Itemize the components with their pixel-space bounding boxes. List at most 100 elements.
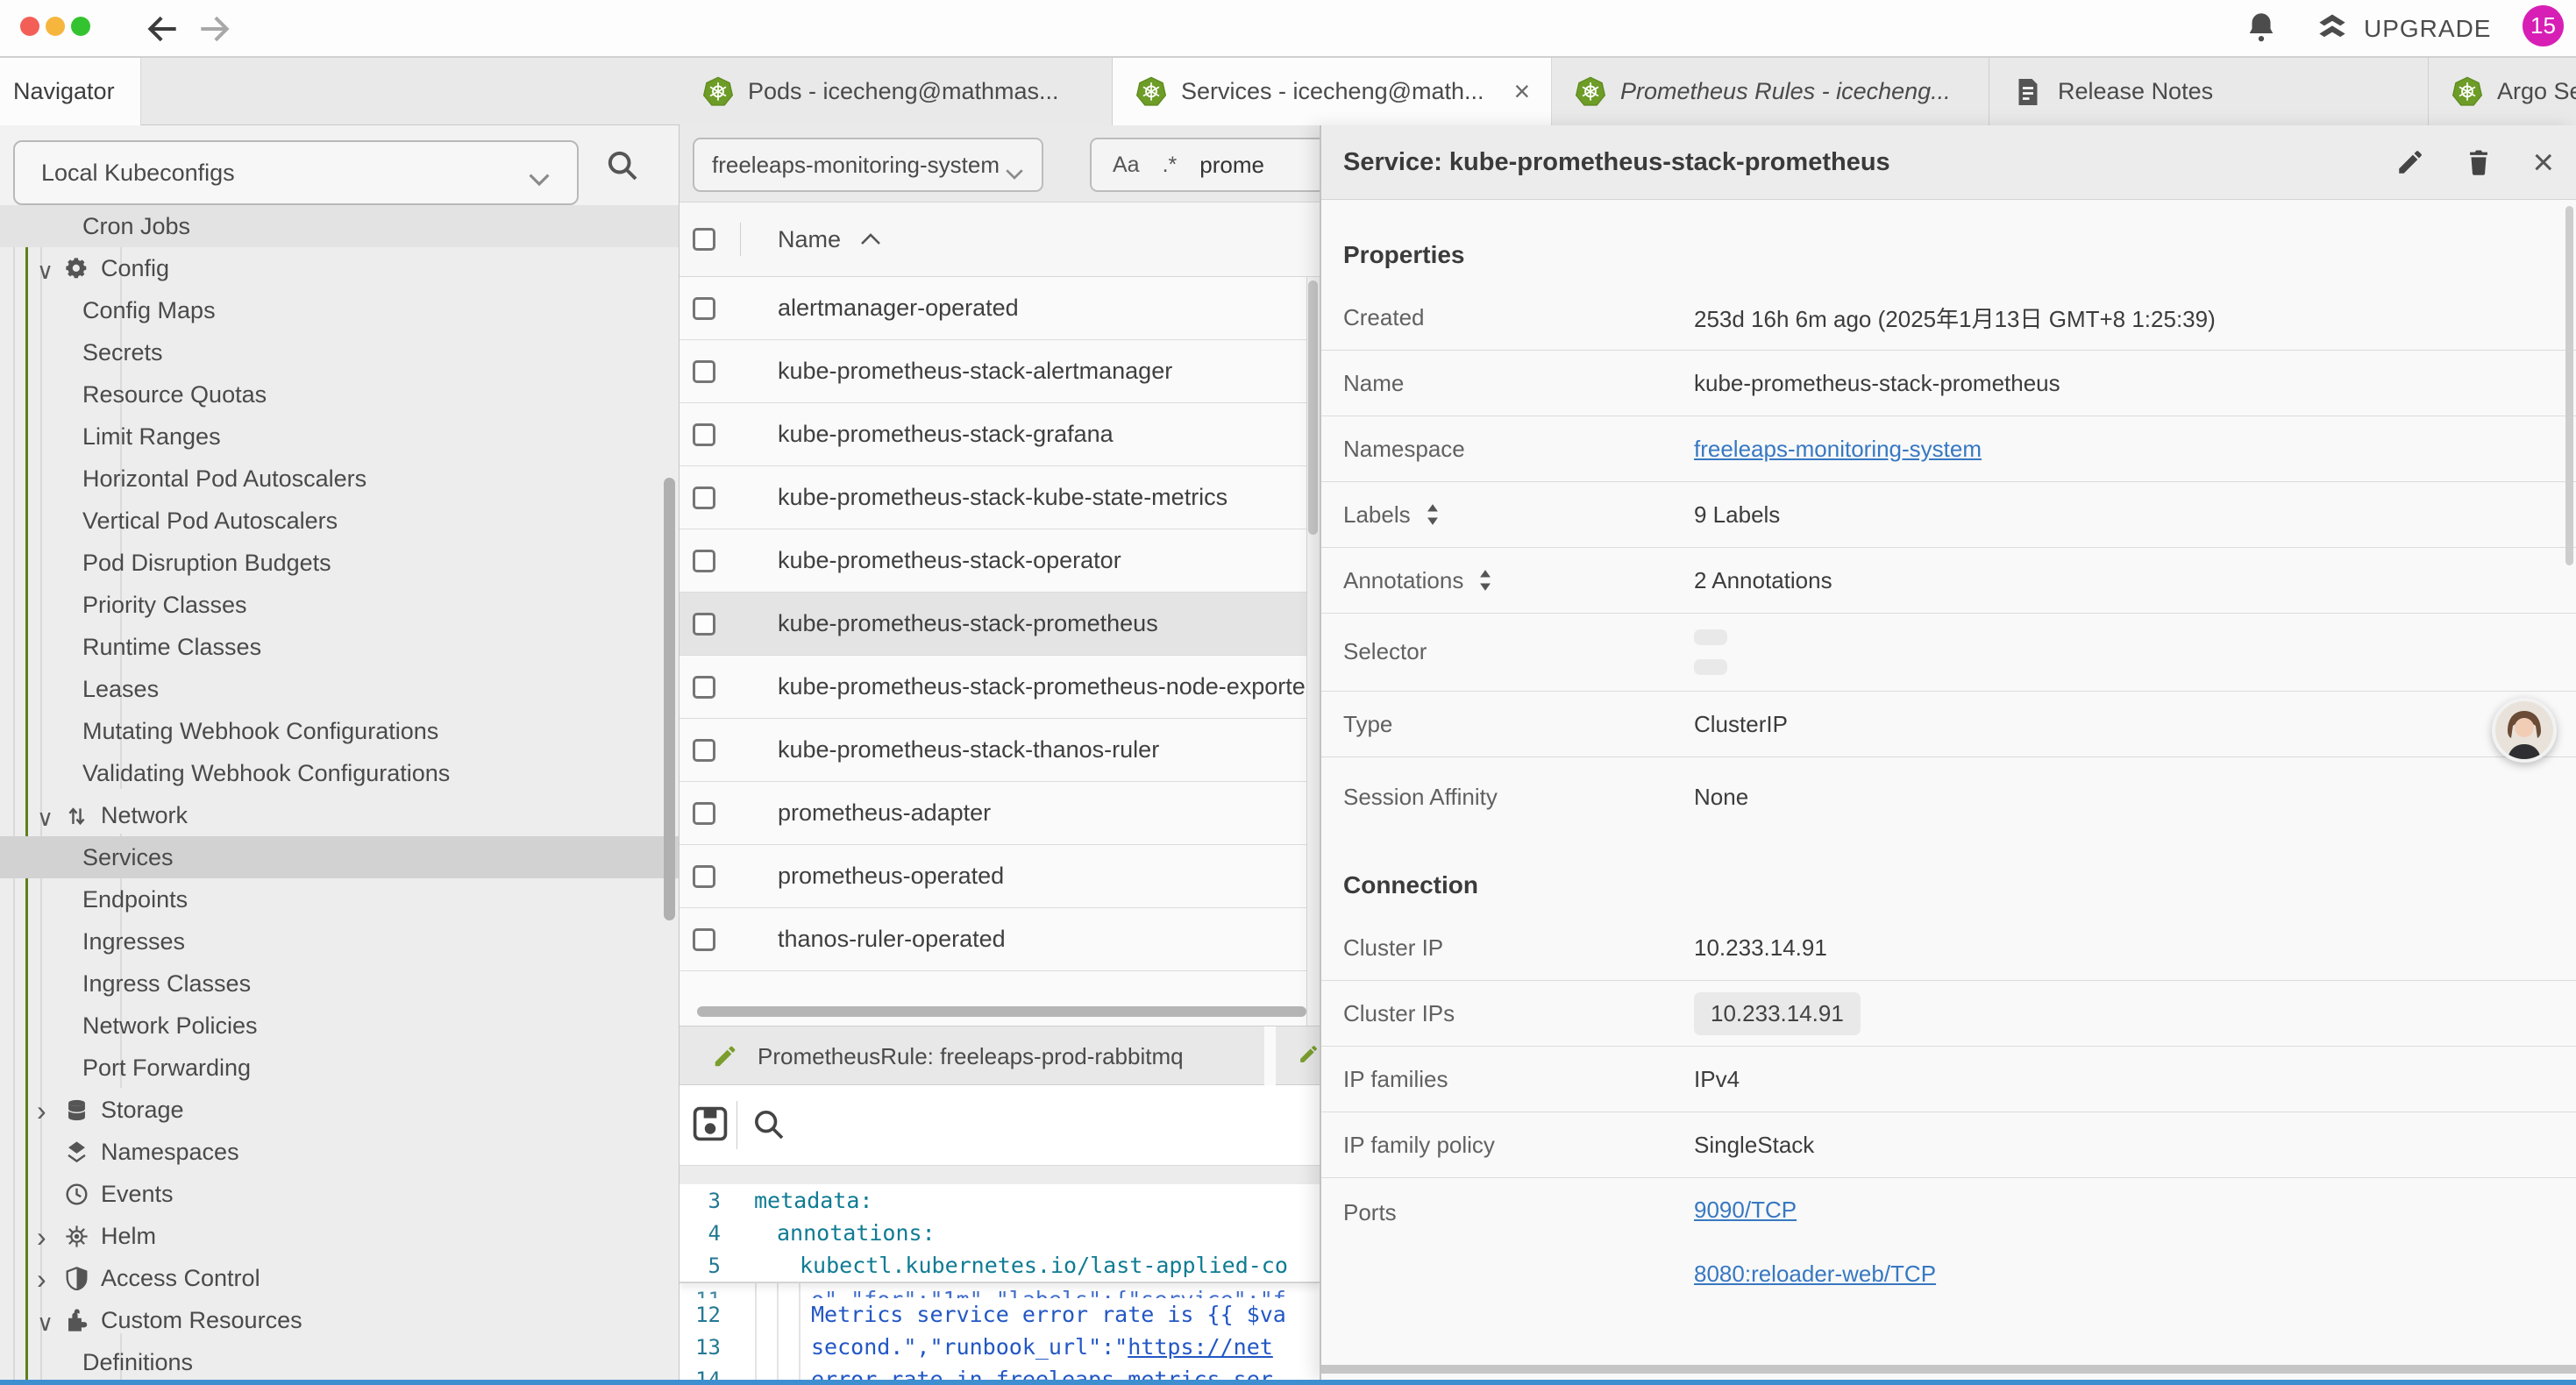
document-tab[interactable]: PrometheusRule: freeleaps-prod-rabbitmq [680, 1026, 1276, 1086]
chevron-icon[interactable] [37, 594, 58, 615]
chevron-icon[interactable] [37, 1141, 58, 1162]
detail-scrollbar-thumb[interactable] [2565, 206, 2573, 565]
document-tab-partial[interactable] [1287, 1026, 1320, 1086]
namespace-link[interactable]: freeleaps-monitoring-system [1694, 436, 1982, 463]
table-row[interactable]: kube-prometheus-stack-alertmanager [680, 340, 1320, 403]
zoom-window-button[interactable] [71, 17, 90, 36]
sidebar-item[interactable]: Config Maps [0, 289, 680, 331]
chevron-icon[interactable] [37, 973, 58, 994]
sidebar-item[interactable]: Config [0, 247, 680, 289]
chevron-icon[interactable] [37, 258, 58, 279]
sidebar-item[interactable]: Resource Quotas [0, 373, 680, 416]
row-checkbox[interactable] [693, 739, 715, 762]
chevron-icon[interactable] [37, 763, 58, 784]
chevron-icon[interactable] [37, 426, 58, 447]
chevron-icon[interactable] [37, 1183, 58, 1204]
table-row[interactable]: kube-prometheus-stack-kube-state-metrics [680, 466, 1320, 529]
regex-toggle[interactable]: .* [1163, 153, 1178, 178]
row-checkbox[interactable] [693, 423, 715, 446]
chevron-icon[interactable] [37, 889, 58, 910]
sidebar-item[interactable]: Ingresses [0, 920, 680, 962]
chevron-icon[interactable] [37, 1099, 58, 1120]
chevron-icon[interactable] [37, 721, 58, 742]
table-row[interactable]: kube-prometheus-stack-thanos-ruler [680, 719, 1320, 782]
name-column-header[interactable]: Name [778, 226, 881, 253]
chevron-icon[interactable] [37, 216, 58, 237]
sidebar-item[interactable]: Validating Webhook Configurations [0, 752, 680, 794]
back-arrow-icon[interactable] [144, 10, 182, 48]
annotations-value[interactable]: 2 Annotations [1694, 567, 1832, 594]
table-row[interactable]: kube-prometheus-stack-grafana [680, 403, 1320, 466]
match-case-toggle[interactable]: Aa [1113, 153, 1140, 178]
sidebar-item[interactable]: Events [0, 1173, 680, 1215]
chevron-icon[interactable] [37, 805, 58, 826]
select-all-checkbox[interactable] [693, 228, 715, 251]
app-tab[interactable]: Services - icecheng@math... × [1113, 58, 1552, 125]
sidebar-item[interactable]: Access Control [0, 1257, 680, 1299]
chevron-icon[interactable] [37, 510, 58, 531]
table-row[interactable]: kube-prometheus-stack-operator [680, 529, 1320, 593]
edit-pencil-icon[interactable] [2395, 147, 2425, 177]
app-tab[interactable]: Prometheus Rules - icecheng... [1552, 58, 1989, 125]
chevron-icon[interactable] [37, 931, 58, 952]
sidebar-item[interactable]: Pod Disruption Budgets [0, 542, 680, 584]
sidebar-item[interactable]: Network [0, 794, 680, 836]
sidebar-item[interactable]: Port Forwarding [0, 1047, 680, 1089]
detail-horizontal-scrollbar[interactable] [1321, 1365, 2576, 1374]
sidebar-item[interactable]: Endpoints [0, 878, 680, 920]
sidebar-item[interactable]: Runtime Classes [0, 626, 680, 668]
navigator-tab[interactable]: Navigator [0, 58, 141, 125]
notification-count-badge[interactable]: 15 [2523, 5, 2564, 46]
app-tab[interactable]: Release Notes [1989, 58, 2429, 125]
chevron-icon[interactable] [37, 678, 58, 700]
sidebar-item[interactable]: Limit Ranges [0, 416, 680, 458]
search-icon[interactable] [605, 148, 640, 183]
minimize-window-button[interactable] [46, 17, 65, 36]
notifications-bell-icon[interactable] [2243, 9, 2280, 49]
row-checkbox[interactable] [693, 297, 715, 320]
avatar[interactable] [2492, 698, 2557, 763]
close-icon[interactable]: × [2532, 147, 2554, 177]
sidebar-item[interactable]: Storage [0, 1089, 680, 1131]
chevron-icon[interactable] [37, 1310, 58, 1331]
table-row[interactable]: alertmanager-operated [680, 277, 1320, 340]
chevron-icon[interactable] [37, 342, 58, 363]
sort-updown-icon[interactable] [1425, 503, 1441, 526]
sidebar-item[interactable]: Priority Classes [0, 584, 680, 626]
row-checkbox[interactable] [693, 676, 715, 699]
sidebar-item[interactable]: Mutating Webhook Configurations [0, 710, 680, 752]
chevron-icon[interactable] [37, 847, 58, 868]
close-window-button[interactable] [20, 17, 39, 36]
sidebar-item[interactable]: Ingress Classes [0, 962, 680, 1005]
chevron-icon[interactable] [37, 1015, 58, 1036]
table-row[interactable]: prometheus-operated [680, 845, 1320, 908]
sidebar-item[interactable]: Namespaces [0, 1131, 680, 1173]
code-link[interactable]: https://net [1128, 1334, 1273, 1360]
forward-arrow-icon[interactable] [195, 10, 233, 48]
sidebar-item[interactable]: Horizontal Pod Autoscalers [0, 458, 680, 500]
chevron-icon[interactable] [37, 384, 58, 405]
row-checkbox[interactable] [693, 487, 715, 509]
chevron-icon[interactable] [37, 552, 58, 573]
sidebar-item[interactable]: Leases [0, 668, 680, 710]
chevron-icon[interactable] [37, 1268, 58, 1289]
row-checkbox[interactable] [693, 360, 715, 383]
row-checkbox[interactable] [693, 550, 715, 572]
sidebar-item[interactable]: Services [0, 836, 680, 878]
namespace-select[interactable]: freeleaps-monitoring-system [693, 138, 1043, 192]
tab-close-icon[interactable]: × [1514, 75, 1531, 108]
list-scrollbar-thumb[interactable] [1308, 281, 1318, 535]
chevron-icon[interactable] [37, 300, 58, 321]
labels-value[interactable]: 9 Labels [1694, 501, 1780, 529]
sidebar-item[interactable]: Definitions [0, 1341, 680, 1380]
search-input[interactable]: Aa .* prome [1090, 138, 1320, 192]
horizontal-scrollbar-thumb[interactable] [697, 1006, 1306, 1017]
trash-icon[interactable] [2464, 147, 2494, 177]
save-button[interactable] [691, 1104, 729, 1147]
sidebar-item[interactable]: Helm [0, 1215, 680, 1257]
sidebar-item[interactable]: Network Policies [0, 1005, 680, 1047]
table-row[interactable]: kube-prometheus-stack-prometheus [680, 593, 1320, 656]
chevron-icon[interactable] [37, 1057, 58, 1078]
app-tab[interactable]: Pods - icecheng@mathmas... [680, 58, 1113, 125]
row-checkbox[interactable] [693, 865, 715, 888]
